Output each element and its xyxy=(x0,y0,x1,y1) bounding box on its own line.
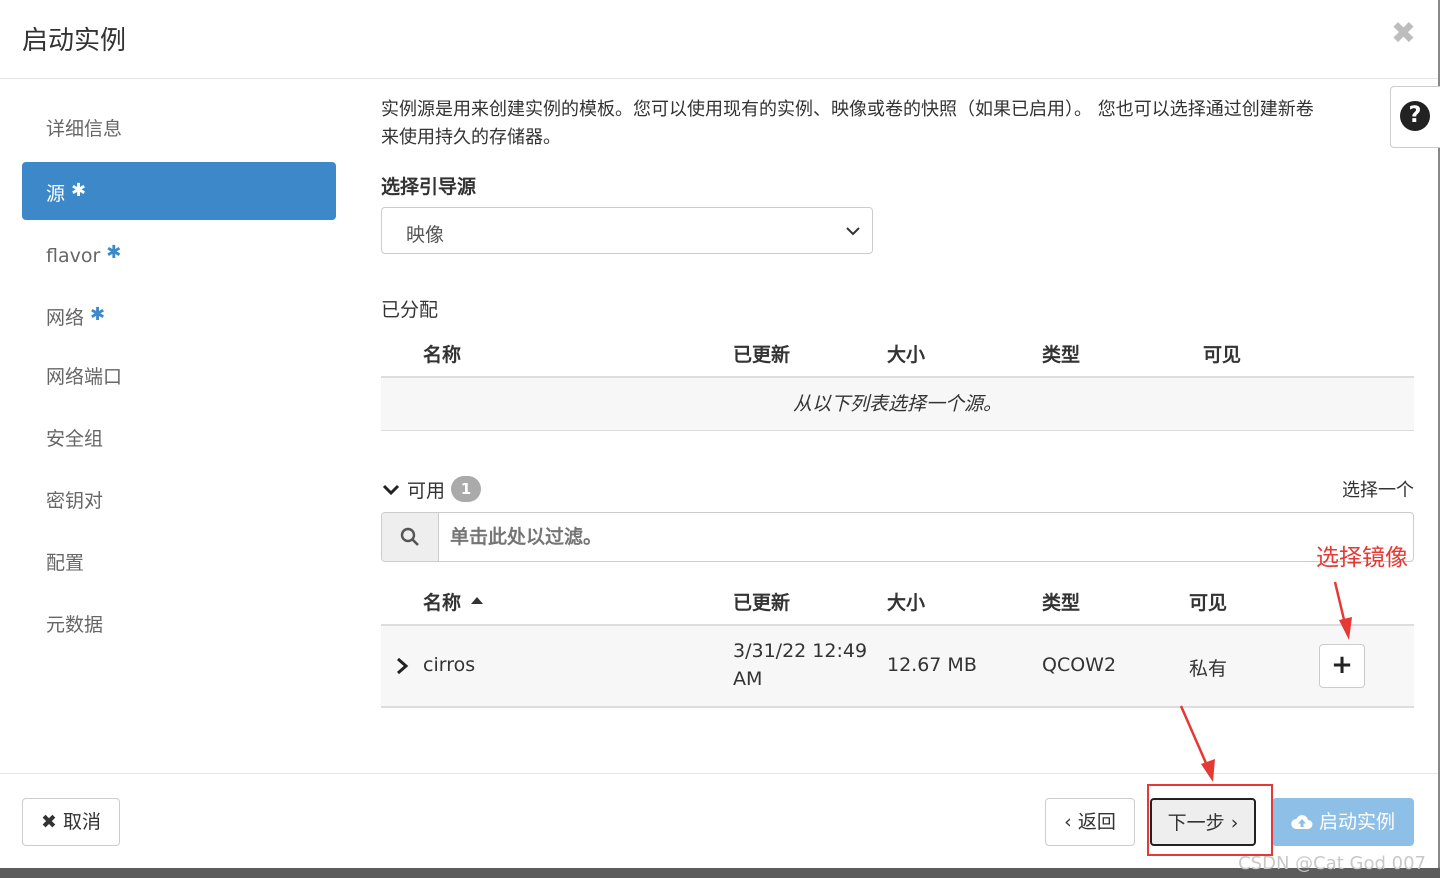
sidebar-item-key-pairs[interactable]: 密钥对 xyxy=(22,472,336,530)
sidebar-item-source[interactable]: 源 ✱ xyxy=(22,162,336,220)
available-section-header: 可用 1 选择一个 xyxy=(381,476,1414,506)
cancel-button[interactable]: ✖ 取消 xyxy=(22,798,120,846)
wizard-sidebar: 详细信息 源 ✱ flavor ✱ 网络 ✱ 网络端口 安全组 密钥对 配置 元数据 xyxy=(22,100,336,658)
filter-input[interactable] xyxy=(448,525,1352,549)
search-icon-addon xyxy=(382,513,439,561)
row-updated-date: 3/31/22 12:49 xyxy=(733,640,868,662)
column-header-name-label: 名称 xyxy=(423,592,462,614)
column-header-visibility[interactable]: 可见 xyxy=(1189,588,1227,615)
sidebar-item-metadata[interactable]: 元数据 xyxy=(22,596,336,654)
column-header-size[interactable]: 大小 xyxy=(887,340,925,367)
sidebar-item-network-ports[interactable]: 网络端口 xyxy=(22,348,336,406)
sidebar-item-label: 网络端口 xyxy=(46,366,123,388)
sidebar-item-label: 详细信息 xyxy=(46,118,123,140)
watermark: CSDN @Cat God 007 xyxy=(1238,853,1426,874)
question-circle-icon: ? xyxy=(1400,101,1430,131)
available-label[interactable]: 可用 xyxy=(407,476,445,503)
table-row: cirros 3/31/22 12:49 AM 12.67 MB QCOW2 私… xyxy=(381,626,1414,708)
sidebar-item-security-groups[interactable]: 安全组 xyxy=(22,410,336,468)
row-size: 12.67 MB xyxy=(887,654,977,676)
modal-title: 启动实例 xyxy=(22,26,127,56)
annotation-select-image: 选择镜像 xyxy=(1316,545,1408,571)
column-header-type[interactable]: 类型 xyxy=(1042,340,1080,367)
sidebar-item-label: 密钥对 xyxy=(46,490,104,512)
description-line-2: 来使用持久的存储器。 xyxy=(381,127,561,148)
available-count-badge: 1 xyxy=(451,476,481,502)
sidebar-item-label: 源 xyxy=(46,183,66,205)
source-description: 实例源是用来创建实例的模板。您可以使用现有的实例、映像或卷的快照（如果已启用）。… xyxy=(381,96,1414,152)
row-name: cirros xyxy=(423,654,476,676)
launch-instance-modal: 启动实例 ✖ 详细信息 源 ✱ flavor ✱ 网络 ✱ 网络端口 安全组 密钥对 … xyxy=(0,0,1440,868)
allocated-label: 已分配 xyxy=(381,299,439,321)
modal-header: 启动实例 ✖ xyxy=(0,0,1438,79)
required-asterisk-icon: ✱ xyxy=(106,242,122,263)
row-visibility: 私有 xyxy=(1189,658,1228,680)
footer-divider xyxy=(0,773,1438,774)
column-header-updated[interactable]: 已更新 xyxy=(733,340,790,367)
sidebar-item-details[interactable]: 详细信息 xyxy=(22,100,336,158)
back-button[interactable]: ‹ 返回 xyxy=(1045,798,1135,846)
cancel-label: 取消 xyxy=(62,811,101,833)
column-header-size[interactable]: 大小 xyxy=(887,588,925,615)
allocated-empty-message: 从以下列表选择一个源。 xyxy=(381,378,1414,431)
boot-source-label: 选择引导源 xyxy=(381,176,477,198)
chevron-left-icon: ‹ xyxy=(1064,811,1072,833)
column-header-type[interactable]: 类型 xyxy=(1042,588,1080,615)
filter-box xyxy=(381,512,1414,562)
annotation-highlight-box xyxy=(1147,784,1273,856)
sidebar-item-label: flavor xyxy=(46,245,101,267)
back-label: 返回 xyxy=(1077,811,1116,833)
select-one-hint: 选择一个 xyxy=(1342,480,1414,501)
chevron-down-icon[interactable] xyxy=(381,480,401,500)
row-type: QCOW2 xyxy=(1042,654,1117,676)
search-icon xyxy=(400,527,419,546)
close-icon: ✖ xyxy=(41,811,57,833)
chevron-down-icon xyxy=(846,227,860,236)
available-table-header: 名称 已更新 大小 类型 可见 xyxy=(381,578,1414,627)
column-header-name[interactable]: 名称 xyxy=(423,588,484,615)
column-header-name[interactable]: 名称 xyxy=(423,340,461,367)
required-asterisk-icon: ✱ xyxy=(71,180,87,201)
column-header-updated[interactable]: 已更新 xyxy=(733,588,790,615)
boot-source-value: 映像 xyxy=(406,224,445,246)
allocate-plus-button[interactable]: + xyxy=(1319,644,1365,688)
sidebar-item-network[interactable]: 网络 ✱ xyxy=(22,286,336,344)
sidebar-item-label: 元数据 xyxy=(46,614,104,636)
required-asterisk-icon: ✱ xyxy=(90,304,106,325)
allocated-table-header: 名称 已更新 大小 类型 可见 xyxy=(381,330,1414,379)
column-header-visibility[interactable]: 可见 xyxy=(1203,340,1241,367)
sidebar-item-flavor[interactable]: flavor ✱ xyxy=(22,224,336,282)
sidebar-item-configuration[interactable]: 配置 xyxy=(22,534,336,592)
launch-label: 启动实例 xyxy=(1319,811,1396,833)
sort-asc-icon xyxy=(471,597,484,604)
launch-instance-button[interactable]: 启动实例 xyxy=(1272,798,1414,846)
cloud-upload-icon xyxy=(1291,815,1313,829)
chevron-right-icon[interactable] xyxy=(395,656,409,676)
row-updated-ampm: AM xyxy=(733,668,763,690)
sidebar-item-label: 网络 xyxy=(46,307,85,329)
description-line-1: 实例源是用来创建实例的模板。您可以使用现有的实例、映像或卷的快照（如果已启用）。… xyxy=(381,99,1314,120)
sidebar-item-label: 配置 xyxy=(46,552,85,574)
boot-source-select[interactable]: 映像 xyxy=(381,207,873,254)
help-button[interactable]: ? xyxy=(1390,86,1440,148)
sidebar-item-label: 安全组 xyxy=(46,428,104,450)
close-icon[interactable]: ✖ xyxy=(1391,16,1416,51)
